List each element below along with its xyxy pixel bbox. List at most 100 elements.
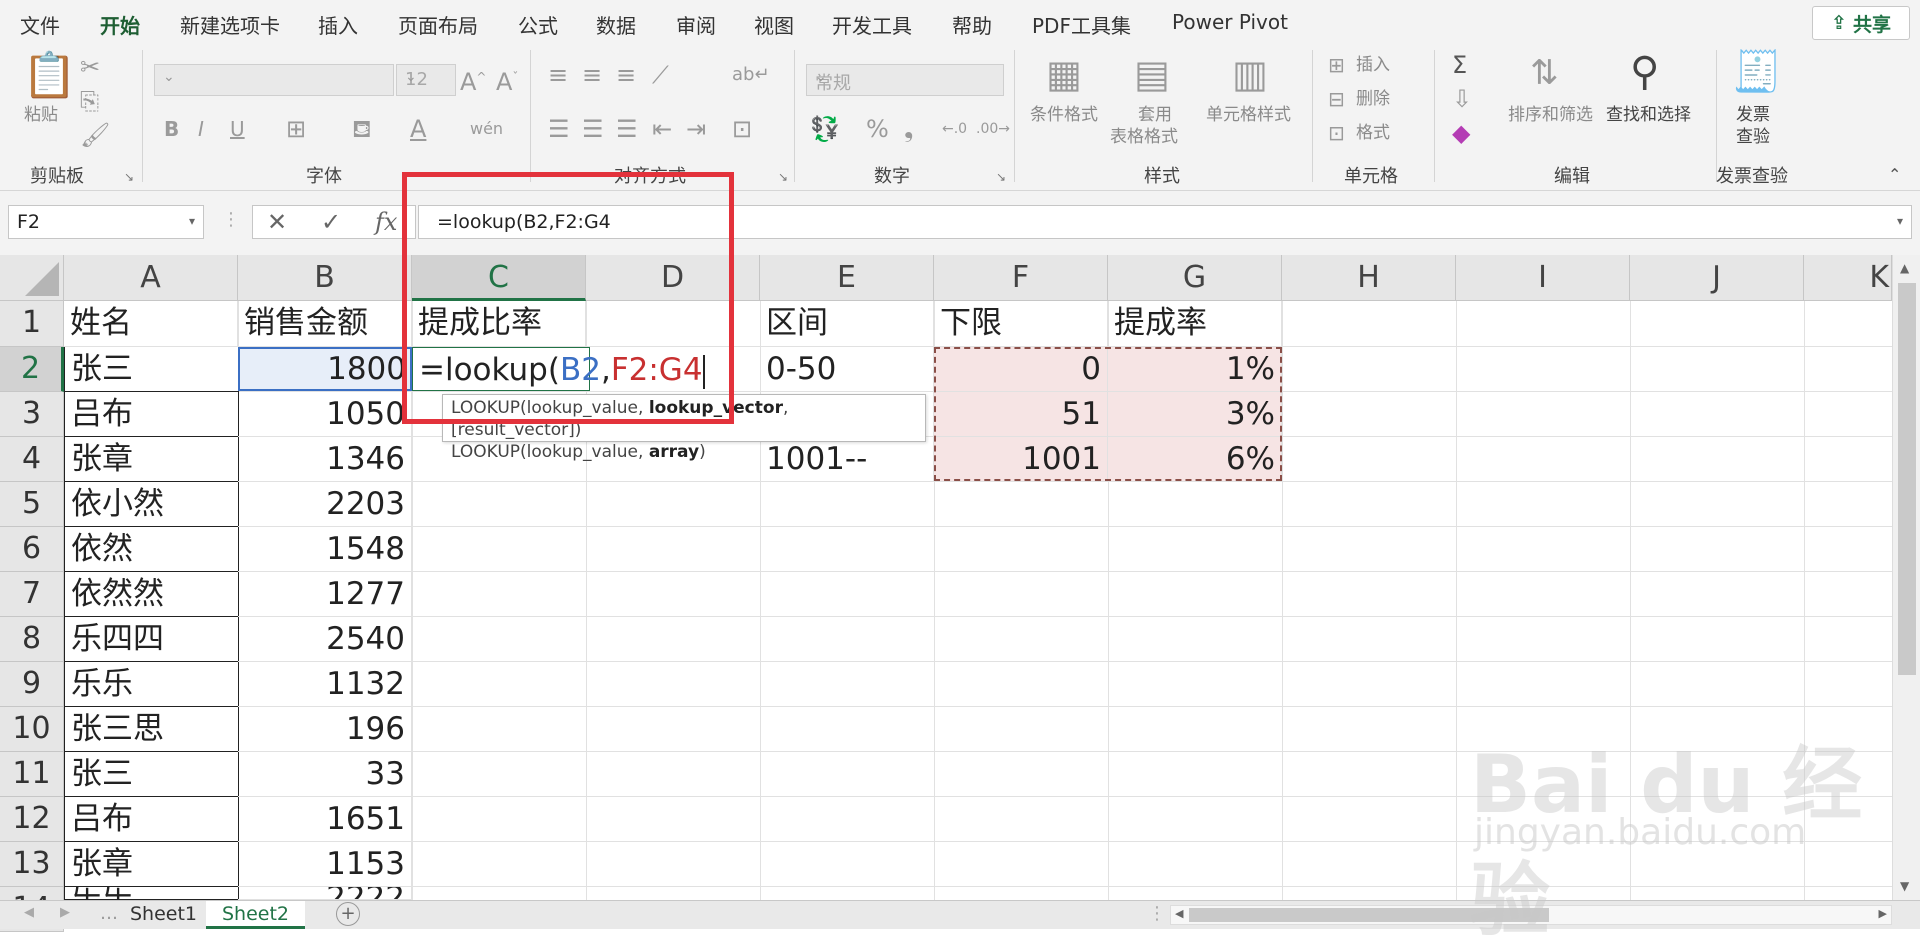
find-select-icon[interactable]: ⚲ [1630, 50, 1659, 94]
grow-font-icon[interactable]: A^ [460, 64, 486, 95]
cell-b8[interactable]: 2540 [238, 617, 412, 662]
tooltip-syntax-vector[interactable]: LOOKUP(lookup_value, lookup_vector, [res… [451, 397, 917, 441]
decrease-decimal-icon[interactable]: .00→ [976, 116, 1010, 142]
row-header-10[interactable]: 10 [0, 707, 64, 752]
number-launcher-icon[interactable]: ↘ [996, 170, 1006, 184]
cell-a3[interactable]: 吕布 [64, 392, 239, 437]
column-header-d[interactable]: D [586, 255, 760, 301]
underline-button[interactable]: U [230, 116, 245, 142]
cell-b11[interactable]: 33 [238, 752, 412, 797]
cell-b3[interactable]: 1050 [238, 392, 412, 437]
sort-filter-icon[interactable]: ⇅ [1530, 54, 1559, 92]
cell-a13[interactable]: 张章 [64, 842, 239, 887]
cell-b7[interactable]: 1277 [238, 572, 412, 617]
number-format-select[interactable]: 常规 ⌄ [806, 64, 1004, 96]
cell-a5[interactable]: 依小然 [64, 482, 239, 527]
invoice-check-icon[interactable]: 🧾 [1732, 50, 1782, 94]
tab-view[interactable]: 视图 [754, 10, 794, 39]
scroll-up-icon[interactable]: ▲ [1900, 261, 1909, 275]
cell-a8[interactable]: 乐四四 [64, 617, 239, 662]
cell-a2[interactable]: 张三 [64, 347, 239, 392]
tab-developer[interactable]: 开发工具 [832, 10, 912, 39]
format-as-table-line2[interactable]: 表格格式 [1110, 126, 1178, 148]
font-color-icon[interactable]: A [410, 116, 426, 142]
expand-formula-icon[interactable]: ▾ [1897, 214, 1903, 228]
decrease-indent-icon[interactable]: ⇤ [652, 116, 672, 142]
cancel-icon[interactable]: ✕ [267, 208, 287, 236]
tab-data[interactable]: 数据 [596, 10, 636, 39]
cell-b1[interactable]: 销售金额 [238, 301, 412, 347]
conditional-format-button[interactable]: 条件格式 [1030, 104, 1098, 126]
paste-label[interactable]: 粘贴 [24, 104, 58, 126]
cell-g1[interactable]: 提成率 [1108, 301, 1282, 347]
cell-styles-icon[interactable]: ▥ [1232, 52, 1268, 96]
insert-cells-icon[interactable]: ⊞ [1328, 52, 1345, 78]
format-painter-icon[interactable]: 🖌 [80, 122, 110, 148]
tab-pdf-tools[interactable]: PDF工具集 [1032, 10, 1131, 39]
vertical-scrollbar[interactable]: ▲ ▼ [1892, 255, 1920, 900]
align-left-icon[interactable]: ☰ [548, 116, 570, 142]
autosum-icon[interactable]: Σ [1452, 52, 1467, 78]
cell-a14[interactable]: 乐乐 [64, 887, 239, 900]
cell-b5[interactable]: 2203 [238, 482, 412, 527]
wrap-text-icon[interactable]: ab↵ [732, 62, 770, 88]
drag-handle-icon[interactable]: ⋮ [222, 209, 240, 230]
insert-function-icon[interactable]: fx [375, 208, 397, 236]
column-header-i[interactable]: I [1456, 255, 1630, 301]
cell-f4[interactable]: 1001 [934, 437, 1108, 482]
sheet-tab-sheet1[interactable]: Sheet1 [114, 901, 213, 929]
clipboard-launcher-icon[interactable]: ↘ [124, 170, 134, 184]
bold-button[interactable]: B [164, 116, 179, 142]
conditional-format-icon[interactable]: ▦ [1046, 52, 1082, 96]
row-header-3[interactable]: 3 [0, 392, 64, 437]
increase-indent-icon[interactable]: ⇥ [686, 116, 706, 142]
cell-a1[interactable]: 姓名 [64, 301, 238, 347]
cell-b10[interactable]: 196 [238, 707, 412, 752]
cell-f1[interactable]: 下限 [934, 301, 1108, 347]
row-header-7[interactable]: 7 [0, 572, 64, 617]
function-tooltip[interactable]: LOOKUP(lookup_value, lookup_vector, [res… [442, 394, 926, 462]
align-right-icon[interactable]: ☰ [616, 116, 638, 142]
cell-a10[interactable]: 张三思 [64, 707, 239, 752]
tab-file[interactable]: 文件 [20, 10, 60, 39]
row-header-9[interactable]: 9 [0, 662, 64, 707]
comma-style-button[interactable]: ❟ [904, 116, 913, 142]
currency-icon[interactable]: 💱 [810, 116, 840, 142]
delete-cells-icon[interactable]: ⊟ [1328, 86, 1345, 112]
copy-icon[interactable]: ⎘ [80, 88, 99, 114]
percent-button[interactable]: % [866, 116, 889, 142]
format-as-table-line1[interactable]: 套用 [1138, 104, 1172, 126]
tooltip-syntax-array[interactable]: LOOKUP(lookup_value, array) [451, 441, 917, 463]
cut-icon[interactable]: ✂ [80, 54, 100, 80]
row-header-11[interactable]: 11 [0, 752, 64, 797]
cell-b2[interactable]: 1800 [238, 347, 412, 392]
row-header-5[interactable]: 5 [0, 482, 64, 527]
insert-cells-button[interactable]: 插入 [1356, 54, 1390, 76]
delete-cells-button[interactable]: 删除 [1356, 88, 1390, 110]
cell-b14[interactable]: 2222 [238, 887, 412, 900]
alignment-launcher-icon[interactable]: ↘ [778, 170, 788, 184]
cell-c1[interactable]: 提成比率 [412, 301, 586, 347]
cell-b12[interactable]: 1651 [238, 797, 412, 842]
find-select-button[interactable]: 查找和选择 [1606, 104, 1691, 126]
fill-icon[interactable]: ⇩ [1452, 86, 1472, 112]
cell-g3[interactable]: 3% [1108, 392, 1282, 437]
cell-f2[interactable]: 0 [934, 347, 1108, 392]
italic-button[interactable]: I [198, 116, 204, 142]
row-header-13[interactable]: 13 [0, 842, 64, 887]
sort-filter-button[interactable]: 排序和筛选 [1508, 104, 1593, 126]
paste-icon[interactable]: 📋 [22, 52, 77, 100]
align-center-icon[interactable]: ☰ [582, 116, 604, 142]
row-header-6[interactable]: 6 [0, 527, 64, 572]
tab-page-layout[interactable]: 页面布局 [398, 10, 478, 39]
cell-f3[interactable]: 51 [934, 392, 1108, 437]
cell-b4[interactable]: 1346 [238, 437, 412, 482]
font-name-select[interactable]: ⌄ [154, 64, 394, 96]
tab-formulas[interactable]: 公式 [518, 10, 558, 39]
row-header-8[interactable]: 8 [0, 617, 64, 662]
column-header-e[interactable]: E [760, 255, 934, 301]
column-header-b[interactable]: B [238, 255, 412, 301]
increase-decimal-icon[interactable]: ←.0 [942, 116, 967, 142]
tab-help[interactable]: 帮助 [952, 10, 992, 39]
tab-power-pivot[interactable]: Power Pivot [1172, 10, 1288, 34]
